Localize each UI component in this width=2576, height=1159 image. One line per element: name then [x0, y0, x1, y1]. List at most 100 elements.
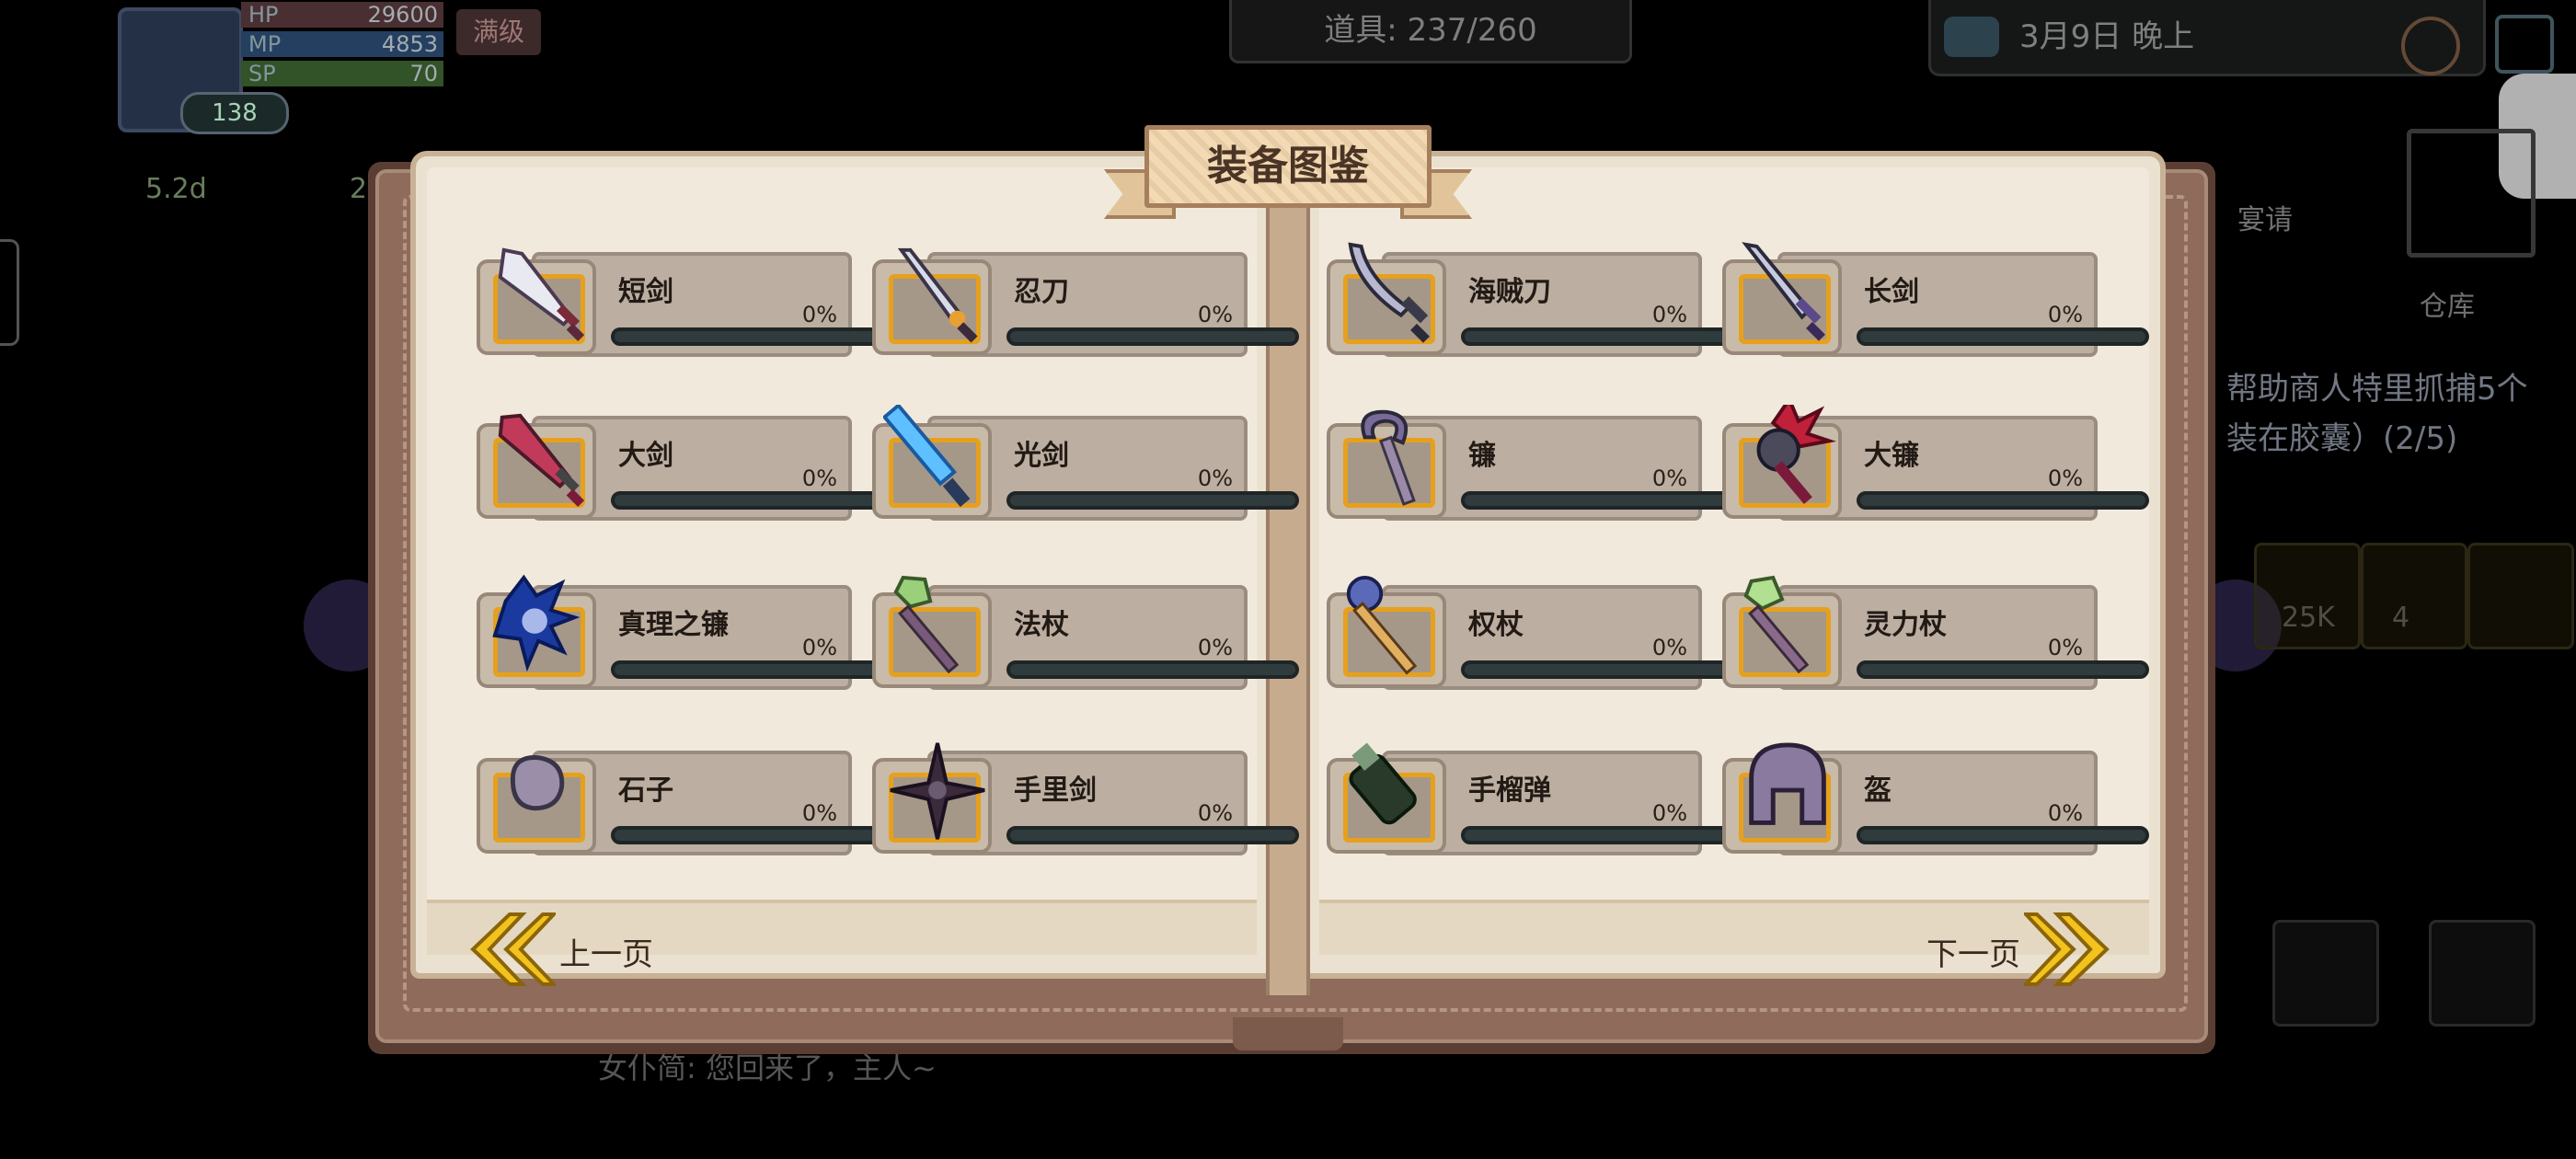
codex-entry-card[interactable]: 灵力杖 0% [1722, 575, 2149, 692]
codex-entry-card[interactable]: 盔 0% [1722, 742, 2149, 857]
next-page-button[interactable]: 下一页 [1923, 911, 2116, 988]
item-name: 盔 [1864, 775, 1892, 807]
codex-title-banner: 装备图鉴 [1104, 125, 1472, 219]
item-progress-percent: 0% [801, 302, 837, 327]
item-name: 权杖 [1468, 609, 1524, 641]
item-icon-frame[interactable] [1722, 405, 1842, 519]
item-progress-percent: 0% [801, 465, 837, 491]
codex-entry-card[interactable]: 石子 0% [477, 751, 903, 857]
codex-entry-card[interactable]: 大剑 0% [477, 413, 903, 522]
codex-entry-card[interactable]: 海贼刀 0% [1327, 242, 1754, 359]
item-name: 光剑 [1014, 440, 1069, 472]
item-icon-frame[interactable] [477, 574, 596, 688]
item-icon-frame[interactable] [872, 405, 992, 519]
item-icon-frame[interactable] [1722, 575, 1842, 688]
item-progress-percent: 0% [2047, 800, 2083, 826]
codex-entry-card[interactable]: 镰 0% [1327, 409, 1754, 522]
codex-entry-card[interactable]: 手榴弹 0% [1327, 742, 1754, 857]
item-progress-percent: 0% [1197, 800, 1233, 826]
great-scythe-icon [1756, 405, 1837, 504]
item-progress-bar [611, 826, 903, 844]
truth-scythe-icon [492, 574, 581, 672]
item-icon-frame[interactable] [477, 247, 596, 355]
codex-entry-card[interactable]: 忍刀 0% [872, 247, 1299, 359]
item-progress-percent: 0% [1651, 800, 1687, 826]
item-progress-bar [1857, 660, 2149, 679]
item-progress-bar [611, 327, 903, 346]
codex-entry-card[interactable]: 手里剑 0% [872, 742, 1299, 857]
item-icon-frame[interactable] [477, 755, 596, 854]
codex-entry-card[interactable]: 权杖 0% [1327, 575, 1754, 692]
item-progress-percent: 0% [2047, 635, 2083, 660]
prev-page-button[interactable]: 上一页 [464, 911, 758, 988]
item-icon-frame[interactable] [1722, 742, 1842, 854]
shuriken-icon [890, 742, 985, 840]
item-name: 灵力杖 [1864, 609, 1947, 641]
item-progress-percent: 0% [2047, 302, 2083, 327]
item-icon-frame[interactable] [872, 575, 992, 688]
scepter-icon [1346, 575, 1418, 675]
item-icon-frame[interactable] [1722, 242, 1842, 355]
greatsword-icon [498, 413, 585, 508]
item-name: 镰 [1468, 440, 1496, 472]
item-name: 手榴弹 [1468, 775, 1551, 807]
ninja-blade-icon [897, 247, 978, 343]
pirate-sabre-icon [1348, 242, 1430, 343]
item-icon-frame[interactable] [477, 413, 596, 519]
lightsaber-icon [883, 405, 971, 508]
double-chevron-right-icon [2024, 912, 2110, 986]
item-name: 忍刀 [1014, 276, 1069, 308]
item-name: 海贼刀 [1468, 276, 1551, 308]
prev-page-label: 上一页 [559, 936, 653, 973]
item-icon-frame[interactable] [872, 742, 992, 854]
item-icon-frame[interactable] [1327, 575, 1446, 688]
banner-plate: 装备图鉴 [1144, 125, 1432, 208]
item-icon-frame[interactable] [872, 247, 992, 355]
next-page-label: 下一页 [1926, 936, 2020, 973]
item-progress-bar [1461, 660, 1754, 679]
dagger-icon [498, 247, 585, 342]
codex-entry-card[interactable]: 真理之镰 0% [477, 574, 903, 692]
item-progress-percent: 0% [801, 800, 837, 826]
item-progress-bar [1006, 660, 1299, 679]
item-progress-percent: 0% [801, 635, 837, 660]
book-spine [1266, 140, 1310, 995]
item-progress-bar [1461, 327, 1754, 346]
item-name: 手里剑 [1014, 775, 1097, 807]
helmet-icon [1749, 742, 1826, 825]
codex-entry-card[interactable]: 光剑 0% [872, 405, 1299, 522]
item-progress-bar [1006, 491, 1299, 510]
item-progress-bar [611, 491, 903, 510]
grenade-icon [1349, 742, 1417, 825]
codex-entry-card[interactable]: 大镰 0% [1722, 405, 2149, 522]
staff-icon [893, 575, 960, 674]
item-name: 长剑 [1864, 276, 1919, 308]
item-progress-percent: 0% [1651, 635, 1687, 660]
book-spine-bottom [1233, 1017, 1343, 1050]
codex-entry-card[interactable]: 长剑 0% [1722, 242, 2149, 359]
item-progress-percent: 0% [1197, 302, 1233, 327]
item-progress-percent: 0% [1651, 465, 1687, 491]
double-chevron-left-icon [470, 912, 556, 986]
item-progress-percent: 0% [1197, 635, 1233, 660]
item-icon-frame[interactable] [1327, 409, 1446, 519]
item-progress-percent: 0% [1651, 302, 1687, 327]
item-progress-bar [1857, 826, 2149, 844]
codex-entry-card[interactable]: 法杖 0% [872, 575, 1299, 692]
page-title: 装备图鉴 [1207, 143, 1369, 189]
item-progress-bar [1461, 826, 1754, 844]
item-name: 石子 [618, 775, 673, 807]
item-progress-bar [1461, 491, 1754, 510]
spirit-staff-icon [1743, 575, 1810, 674]
item-progress-bar [611, 660, 903, 679]
item-progress-bar [1006, 826, 1299, 844]
codex-entry-card[interactable]: 短剑 0% [477, 247, 903, 359]
item-progress-bar [1857, 491, 2149, 510]
item-name: 大镰 [1864, 440, 1919, 472]
item-progress-percent: 0% [1197, 465, 1233, 491]
item-icon-frame[interactable] [1327, 742, 1446, 854]
pebble-icon [511, 755, 565, 811]
longsword-icon [1742, 242, 1825, 341]
item-name: 法杖 [1014, 609, 1069, 641]
item-icon-frame[interactable] [1327, 242, 1446, 355]
